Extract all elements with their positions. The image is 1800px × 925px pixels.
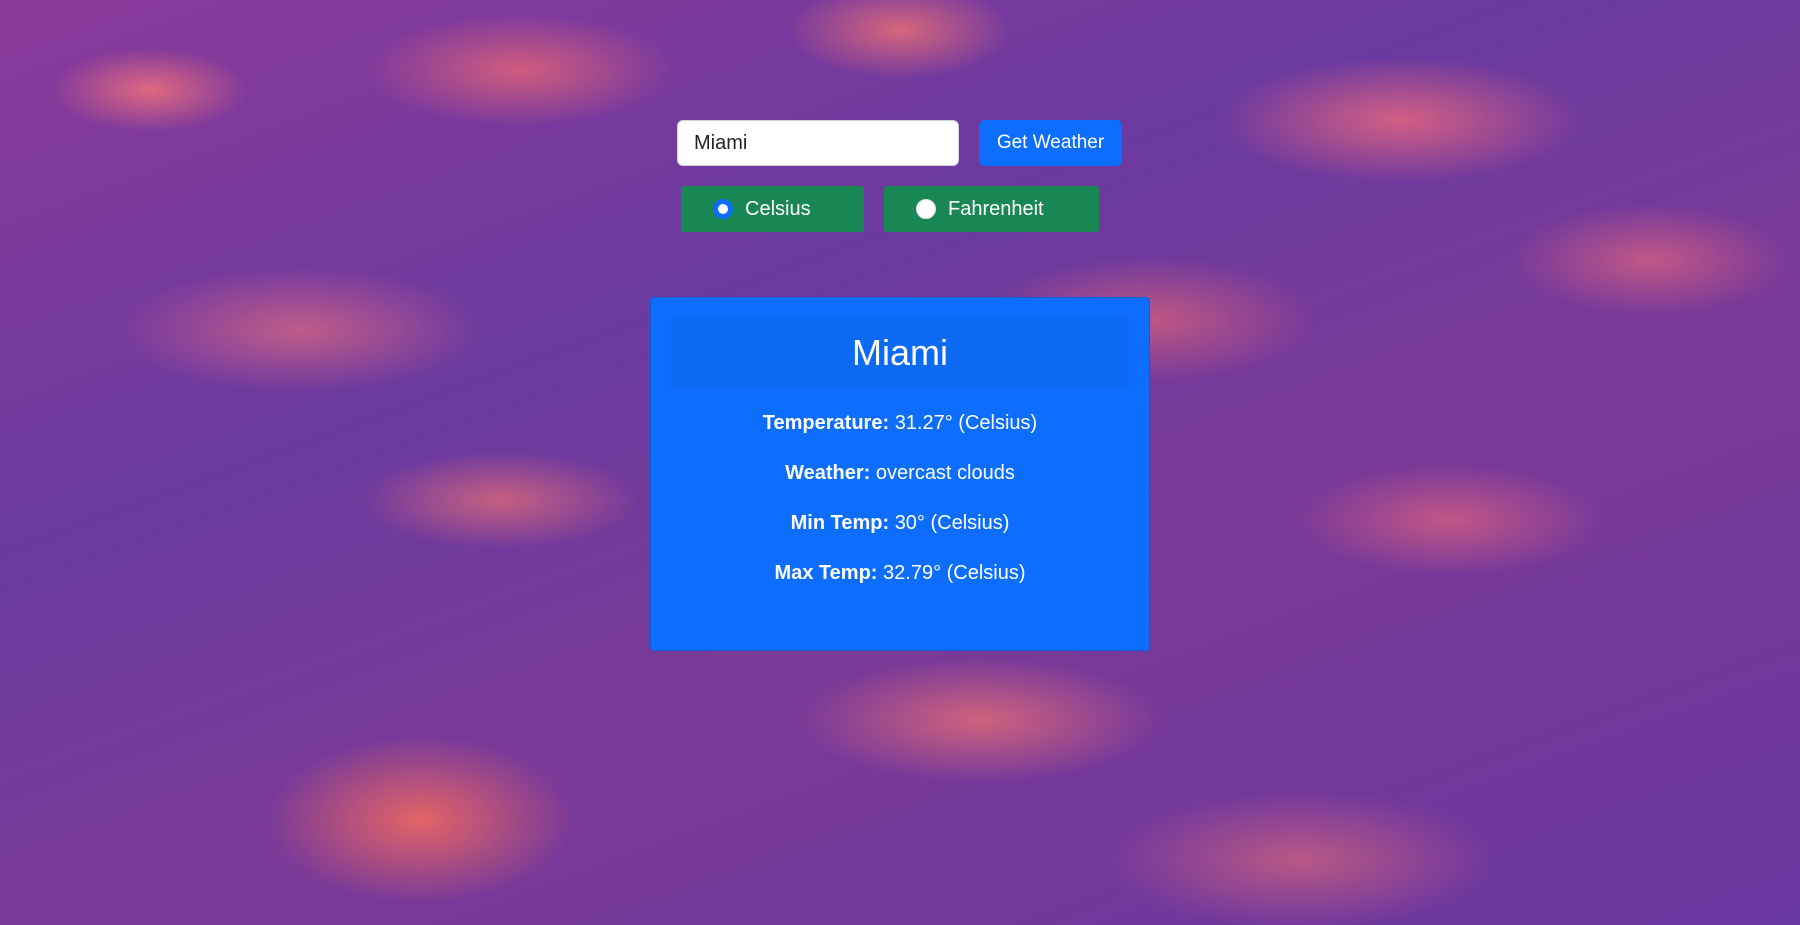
weather-value: overcast clouds (875, 462, 1015, 484)
temperature-label: Temperature: (762, 412, 890, 434)
max-temp-label: Max Temp: (774, 562, 878, 584)
temperature-line: Temperature: 31.27° (Celsius) (651, 410, 1149, 436)
min-temp-label: Min Temp: (790, 512, 890, 534)
fahrenheit-radio[interactable] (916, 199, 936, 219)
weather-controls: Get Weather Celsius Fahrenheit (677, 120, 1124, 232)
max-temp-line: Max Temp: 32.79° (Celsius) (651, 560, 1149, 586)
celsius-label: Celsius (745, 197, 811, 220)
celsius-radio[interactable] (713, 199, 733, 219)
fahrenheit-option[interactable]: Fahrenheit (884, 186, 1099, 232)
celsius-option[interactable]: Celsius (681, 186, 864, 232)
max-temp-value: 32.79° (Celsius) (883, 562, 1026, 584)
fahrenheit-label: Fahrenheit (948, 197, 1044, 220)
weather-details: Temperature: 31.27° (Celsius) Weather: o… (651, 388, 1149, 586)
search-row: Get Weather (677, 120, 1124, 166)
get-weather-button[interactable]: Get Weather (979, 120, 1122, 166)
city-input[interactable] (677, 120, 959, 166)
min-temp-value: 30° (Celsius) (894, 512, 1010, 534)
temperature-value: 31.27° (Celsius) (894, 412, 1038, 434)
weather-line: Weather: overcast clouds (651, 460, 1149, 486)
unit-selector: Celsius Fahrenheit (677, 186, 1124, 232)
min-temp-line: Min Temp: 30° (Celsius) (651, 510, 1149, 536)
weather-card: Miami Temperature: 31.27° (Celsius) Weat… (650, 297, 1150, 651)
city-title: Miami (671, 318, 1129, 388)
weather-label: Weather: (785, 462, 871, 484)
